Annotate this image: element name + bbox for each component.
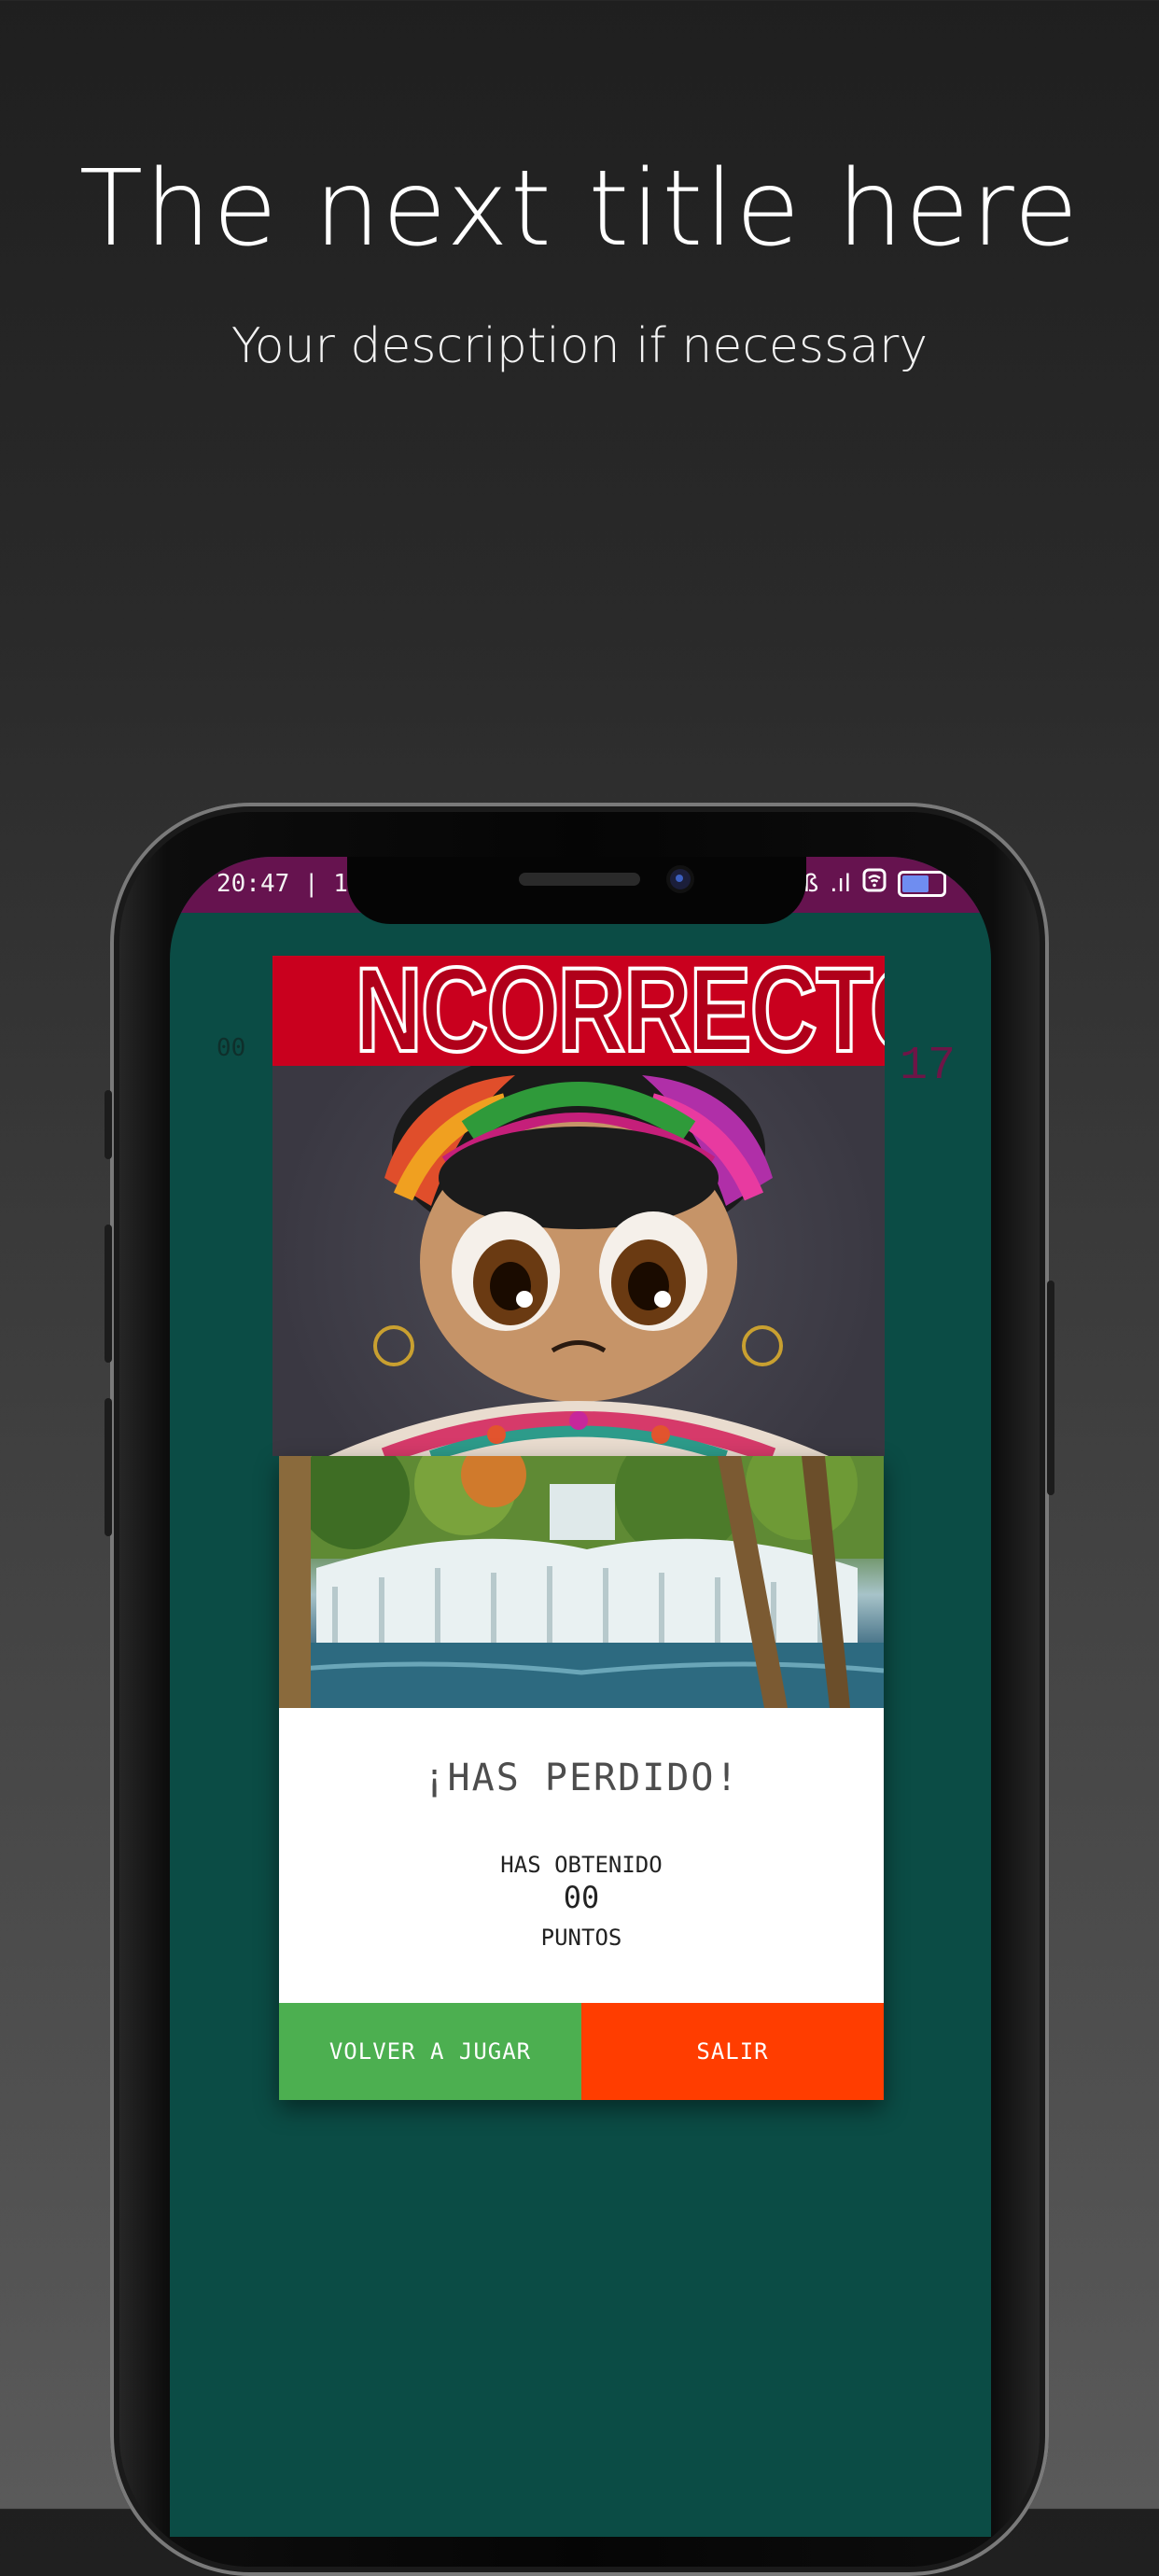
phone-volume-up bbox=[105, 1225, 112, 1363]
app-screen: 20:47 | 16 ß .ıl 00 17 NCORRECTO ¡HAS PE… bbox=[170, 857, 991, 2537]
game-over-dialog: ¡HAS PERDIDO! HAS OBTENIDO 00 PUNTOS VOL… bbox=[279, 1456, 884, 2100]
points-label: PUNTOS bbox=[540, 1925, 622, 1951]
front-camera bbox=[670, 869, 691, 889]
score-left: 00 bbox=[216, 1034, 246, 1062]
sad-girl-illustration bbox=[328, 1066, 829, 1456]
signal-icon: .ıl bbox=[830, 869, 851, 898]
incorrect-banner: NCORRECTO bbox=[272, 956, 885, 1066]
status-time: 20:47 | 16 bbox=[216, 870, 363, 898]
status-icons: ß .ıl bbox=[803, 868, 946, 899]
promo-title: The next title here bbox=[78, 148, 1081, 270]
promo-subtitle: Your description if necessary bbox=[230, 318, 929, 374]
obtained-label: HAS OBTENIDO bbox=[500, 1852, 663, 1878]
phone-volume-down bbox=[105, 1398, 112, 1536]
earpiece-speaker bbox=[519, 873, 640, 886]
incorrect-illustration: NCORRECTO bbox=[272, 956, 885, 1456]
lost-title: ¡HAS PERDIDO! bbox=[423, 1757, 740, 1799]
waterfall-image bbox=[279, 1456, 884, 1708]
phone-notch bbox=[347, 857, 806, 924]
incorrect-banner-text: NCORRECTO bbox=[354, 956, 885, 1066]
dialog-body: ¡HAS PERDIDO! HAS OBTENIDO 00 PUNTOS bbox=[279, 1708, 884, 2003]
phone-silent-switch bbox=[105, 1090, 112, 1159]
replay-button[interactable]: VOLVER A JUGAR bbox=[279, 2003, 581, 2100]
phone-power-button bbox=[1047, 1281, 1054, 1495]
points-value: 00 bbox=[563, 1880, 600, 1915]
battery-icon bbox=[898, 870, 946, 897]
exit-button[interactable]: SALIR bbox=[581, 2003, 884, 2100]
wifi-icon bbox=[862, 868, 887, 899]
score-right: 17 bbox=[899, 1040, 956, 1093]
